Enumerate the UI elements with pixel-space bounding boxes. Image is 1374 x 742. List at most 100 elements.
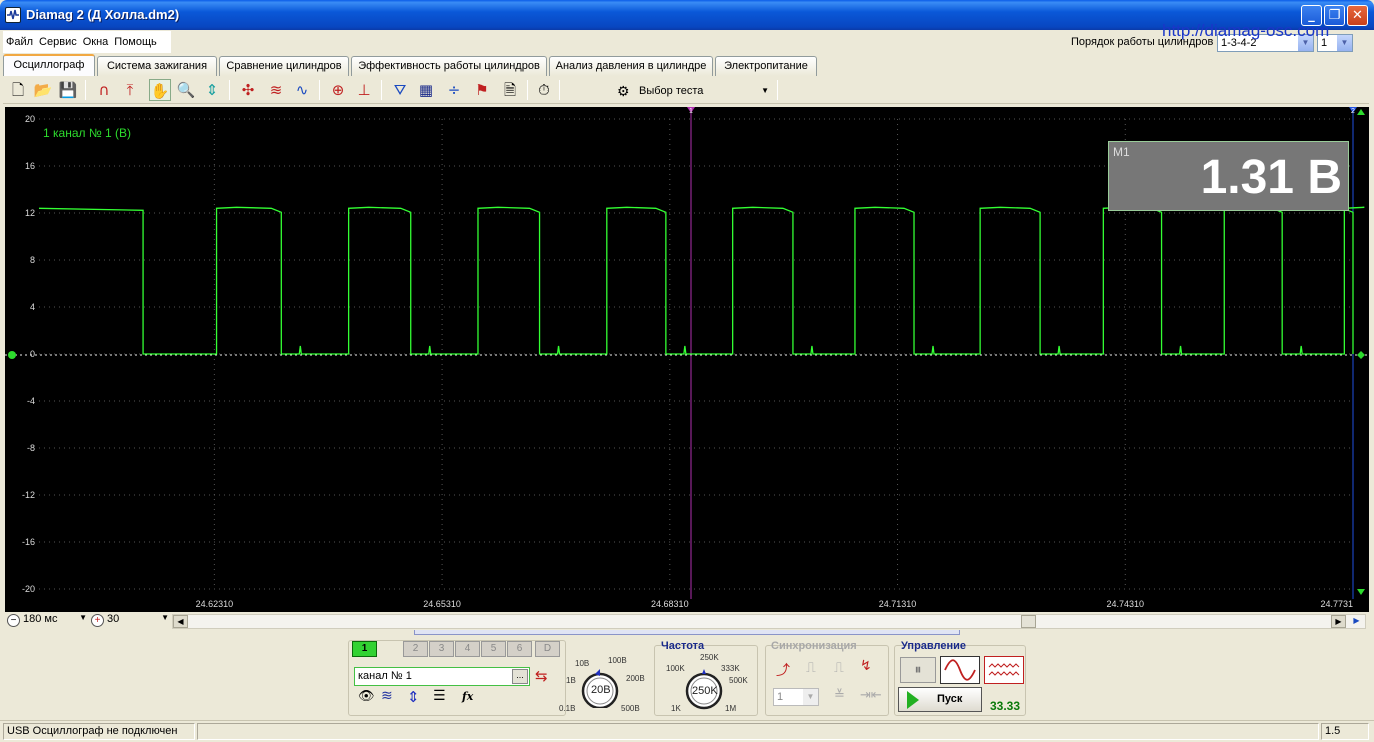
waveform-compare-icon[interactable]: ≋ [265,79,287,101]
waveform-stack-icon[interactable]: ∿ [291,79,313,101]
y-tick-label: -16 [22,537,35,547]
status-version: 1.5 [1321,723,1369,740]
control-title: Управление [901,640,967,652]
time-scale-value: 180 мс [23,613,58,625]
menu-service[interactable]: Сервис [36,31,80,53]
sync-center-icon: ⇥⇤ [860,688,882,703]
sync-level-icon: ≚ [834,688,845,703]
close-button[interactable]: ✕ [1347,5,1368,26]
hand-pan-icon[interactable]: ✋ [149,79,171,101]
tab-ignition[interactable]: Система зажигания [97,56,217,76]
new-file-icon[interactable]: 🗋 [7,79,29,101]
overview-bar[interactable] [414,630,960,635]
y-tick-label: 20 [25,114,35,124]
scroll-down-arrow [1357,589,1365,595]
plus-icon[interactable]: + [91,614,104,627]
open-folder-icon[interactable]: 📂 [32,79,54,101]
menu-help[interactable]: Помощь [111,31,160,53]
run-button[interactable]: Пуск [898,687,982,712]
zoom-icon[interactable]: 🔍 [175,79,197,101]
horizontal-scrollbar[interactable]: ◀ ▶ ▶ [172,614,1366,629]
measurement-value: 1.31 В [1200,151,1342,204]
count-select[interactable]: 30 ▼ [107,613,169,629]
channel-1-trace [38,206,1365,355]
auto-scale-icon[interactable]: ⊕ [327,79,349,101]
vertical-arrows-icon[interactable]: ⇕ [407,688,420,706]
play-forward-icon[interactable]: ▶ [1349,615,1364,628]
lines-icon[interactable]: ☰ [433,688,446,704]
channel-name-input[interactable]: канал № 1 ... [354,667,530,686]
status-message: USB Осциллограф не подключен [3,723,195,740]
test-select[interactable]: ⚙ Выбор теста ▼ [615,80,775,102]
sync-title: Синхронизация [771,640,857,652]
app-icon [5,7,21,23]
test-select-label: Выбор теста [639,85,704,97]
menu-file[interactable]: Файл [3,31,36,53]
x-tick-label: 24.74310 [1106,599,1144,609]
time-scale-select[interactable]: 180 мс ▼ [23,613,87,629]
tab-oscilloscope[interactable]: Осциллограф [3,54,95,76]
channel-6-button[interactable]: 6 [507,641,532,657]
eye-icon[interactable]: 👁 [358,689,375,704]
tab-power-supply[interactable]: Электропитание [715,56,817,76]
split-icon[interactable]: ÷ [443,79,465,101]
filter-icon[interactable]: ⛛ [389,79,411,101]
grid-icon[interactable]: ▦ [415,79,437,101]
channel-5-button[interactable]: 5 [481,641,506,657]
channel-2-button[interactable]: 2 [403,641,428,657]
zero-level-icon[interactable]: ⊥ [353,79,375,101]
channel-d-button[interactable]: D [535,641,560,657]
rising-edge-icon[interactable]: ⤴ [776,660,790,680]
frequency-label-250k: 250K [700,653,719,662]
continuous-wave-button[interactable] [984,656,1024,684]
y-tick-label: 12 [25,208,35,218]
browse-button[interactable]: ... [512,669,528,684]
y-tick-label: 16 [25,161,35,171]
auto-measure-icon[interactable]: ⏱ [533,79,555,101]
channel-name-value: канал № 1 [358,670,412,682]
sine-wave-icon [944,659,976,681]
pause-button[interactable]: ⏸ [900,657,936,683]
scroll-left-button[interactable]: ◀ [173,615,188,628]
scroll-up-arrow [1357,109,1365,115]
status-pane-middle [197,723,1319,740]
status-bar: USB Осциллограф не подключен 1.5 [0,720,1374,742]
play-icon [907,691,919,709]
save-icon[interactable]: 💾 [57,79,79,101]
measurement-label: M1 [1113,145,1130,159]
sync-channel-select: 1 ▼ [773,688,819,706]
cursor-arc-icon[interactable]: ∩ [93,79,115,101]
website-url: http://diamag-osc.com [1162,21,1330,40]
expand-icon[interactable]: ✣ [237,79,259,101]
channel-1-button[interactable]: 1 [352,641,377,657]
window-title: Diamag 2 (Д Холла.dm2) [26,7,180,22]
chevron-down-icon: ▼ [761,86,769,95]
channel-3-button[interactable]: 3 [429,641,454,657]
voltage-label-100v: 100В [608,656,627,665]
voltage-value: 20В [591,684,611,696]
tab-pressure-analysis[interactable]: Анализ давления в цилиндре [549,56,713,76]
function-icon[interactable]: fx [462,690,473,703]
count-value: 30 [107,613,120,625]
tab-cylinder-efficiency[interactable]: Эффективность работы цилиндров [351,56,547,76]
single-wave-button[interactable] [940,656,980,684]
frequency-value: 250K [692,685,718,697]
document-icon[interactable]: 🗎 [499,79,521,101]
zoom-fit-icon[interactable]: ⇕ [201,79,223,101]
minus-icon[interactable]: − [7,614,20,627]
sync-cursor-icon[interactable]: ↯ [860,658,872,674]
scroll-right-button[interactable]: ▶ [1331,615,1346,628]
channel-4-button[interactable]: 4 [455,641,480,657]
chevron-down-icon: ▼ [1337,35,1352,51]
waveform-icon[interactable]: ≋ [381,688,393,704]
channel-settings-icon[interactable]: ⇆ [535,667,548,685]
cursor-marker-icon[interactable]: ⤒ [119,79,141,101]
y-tick-label: 0 [30,349,35,359]
tab-cylinder-compare[interactable]: Сравнение цилиндров [219,56,349,76]
flag-icon[interactable]: ⚑ [471,79,493,101]
menu-windows[interactable]: Окна [80,31,112,53]
multi-wave-icon [988,663,1020,676]
zero-level-handle [8,351,16,359]
scroll-thumb[interactable] [1021,615,1036,628]
run-label: Пуск [937,693,963,705]
